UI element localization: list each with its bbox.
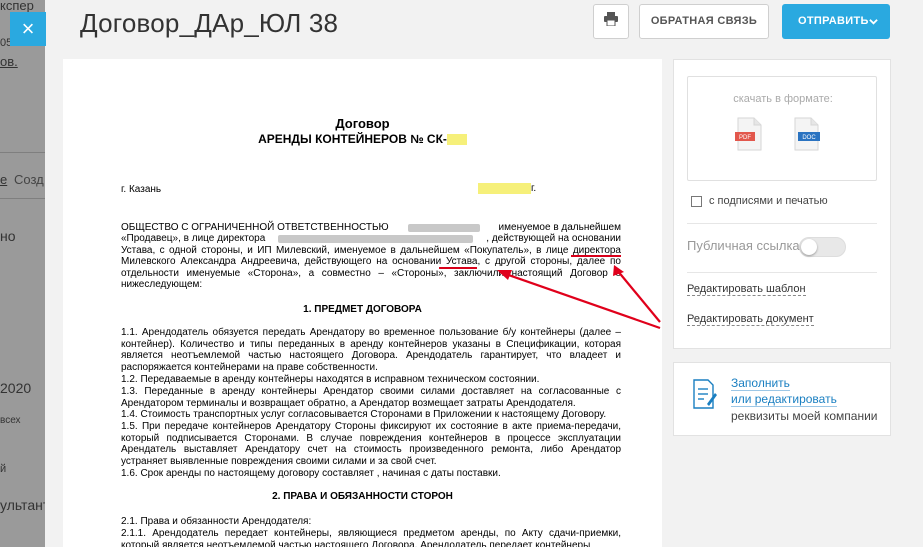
send-button-label: ОТПРАВИТЬ bbox=[798, 15, 869, 27]
edit-details-link[interactable]: или редактировать bbox=[731, 392, 837, 407]
company-details-text: реквизиты моей компании bbox=[731, 409, 878, 423]
close-button[interactable]: × bbox=[10, 12, 46, 46]
redacted-text bbox=[278, 235, 474, 243]
section-paragraph: 1.3. Переданные в аренду контейнеры Арен… bbox=[121, 386, 621, 409]
public-link-toggle[interactable] bbox=[799, 237, 846, 257]
download-label: скачать в формате: bbox=[733, 93, 833, 105]
signatures-label: с подписями и печатью bbox=[709, 195, 828, 207]
section-paragraph: 1.4. Стоимость транспортных услуг соглас… bbox=[121, 409, 607, 420]
section-title: 2. ПРАВА И ОБЯЗАННОСТИ СТОРОН bbox=[272, 491, 453, 502]
document-title: Договор_ДАр_ЮЛ 38 bbox=[80, 8, 339, 38]
doc-subheading: АРЕНДЫ КОНТЕЙНЕРОВ № СК- bbox=[63, 132, 662, 146]
send-button[interactable]: ОТПРАВИТЬ bbox=[782, 4, 890, 39]
bg-text: е bbox=[0, 172, 8, 187]
doc-date-suffix: г. bbox=[531, 183, 537, 195]
section-paragraph: 1.2. Передаваемые в аренду контейнеры на… bbox=[121, 374, 540, 385]
section-paragraph: 1.5. При передаче контейнеров Арендатору… bbox=[121, 421, 621, 467]
intro-line: «Продавец», в лице директора , действующ… bbox=[121, 233, 621, 245]
doc-download-icon[interactable]: DOC bbox=[792, 117, 820, 151]
bg-text: й bbox=[0, 463, 7, 475]
background-app: кспер 05-22 ов. е Созд но 2020 всех й ул… bbox=[0, 0, 45, 547]
intro-text: «Продавец», в лице директора bbox=[121, 233, 266, 244]
annotation-underline bbox=[571, 255, 621, 257]
bg-text: но bbox=[0, 228, 16, 244]
bg-text: ультант bbox=[0, 497, 45, 513]
pdf-download-icon[interactable]: PDF bbox=[735, 117, 763, 151]
intro-text: именуемое в дальнейшем bbox=[498, 222, 621, 233]
edit-document-link[interactable]: Редактировать документ bbox=[687, 313, 814, 326]
printer-icon bbox=[603, 12, 619, 31]
intro-line: Милевского Александра Андреевича, действ… bbox=[121, 256, 621, 267]
edit-template-link[interactable]: Редактировать шаблон bbox=[687, 283, 806, 296]
doc-city: г. Казань bbox=[121, 184, 162, 195]
section-paragraph: 2.1. Права и обязанности Арендодателя: bbox=[121, 516, 312, 527]
annotation-underline bbox=[439, 267, 477, 269]
document-actions-panel: скачать в формате: PDF DOC с подписями и… bbox=[673, 59, 891, 349]
edit-document-icon bbox=[693, 379, 717, 409]
bg-text: ов. bbox=[0, 54, 18, 69]
doc-date: г. bbox=[478, 183, 536, 194]
pdf-label: PDF bbox=[739, 135, 751, 141]
fill-details-link[interactable]: Заполнить bbox=[731, 376, 790, 391]
bg-text: Созд bbox=[14, 172, 44, 187]
company-details-panel: Заполнить или редактировать реквизиты мо… bbox=[673, 362, 891, 436]
section-paragraph: 1.1. Арендодатель обязуется передать Аре… bbox=[121, 327, 621, 373]
section-paragraph: 1.6. Срок аренды по настоящему договору … bbox=[121, 468, 501, 479]
section-title: 1. ПРЕДМЕТ ДОГОВОРА bbox=[303, 304, 422, 315]
signatures-checkbox-row[interactable]: с подписями и печатью bbox=[691, 195, 828, 207]
feedback-button[interactable]: ОБРАТНАЯ СВЯЗЬ bbox=[639, 4, 769, 39]
intro-line: Устава, с одной стороны, и ИП Милевский,… bbox=[121, 245, 621, 256]
doc-label: DOC bbox=[802, 135, 816, 141]
intro-line: отдельности именуемые «Сторона», а совме… bbox=[121, 268, 621, 279]
doc-heading: Договор bbox=[335, 116, 390, 131]
signatures-checkbox[interactable] bbox=[691, 195, 702, 207]
divider bbox=[687, 223, 877, 224]
download-box: скачать в формате: PDF DOC bbox=[687, 76, 877, 181]
section-paragraph: 2.1.1. Арендодатель передает контейнеры,… bbox=[121, 528, 621, 547]
public-link-label: Публичная ссылка bbox=[687, 238, 800, 253]
redacted-highlight bbox=[446, 134, 467, 146]
intro-text: ОБЩЕСТВО С ОГРАНИЧЕННОЙ ОТВЕТСТВЕННОСТЬЮ bbox=[121, 222, 389, 233]
divider bbox=[687, 272, 877, 273]
bg-text: всех bbox=[0, 415, 21, 426]
intro-text: , действующей на основании bbox=[486, 233, 621, 244]
toggle-knob bbox=[801, 239, 817, 255]
doc-subheading-text: АРЕНДЫ КОНТЕЙНЕРОВ № СК- bbox=[258, 132, 447, 146]
bg-text: 2020 bbox=[0, 380, 32, 396]
chevron-down-icon bbox=[869, 4, 878, 39]
print-button[interactable] bbox=[593, 4, 629, 39]
document-page: Договор АРЕНДЫ КОНТЕЙНЕРОВ № СК- г. Каза… bbox=[63, 59, 662, 547]
redacted-text bbox=[407, 224, 480, 232]
intro-line: нижеследующем: bbox=[121, 279, 203, 290]
intro-line: ОБЩЕСТВО С ОГРАНИЧЕННОЙ ОТВЕТСТВЕННОСТЬЮ… bbox=[121, 222, 621, 234]
